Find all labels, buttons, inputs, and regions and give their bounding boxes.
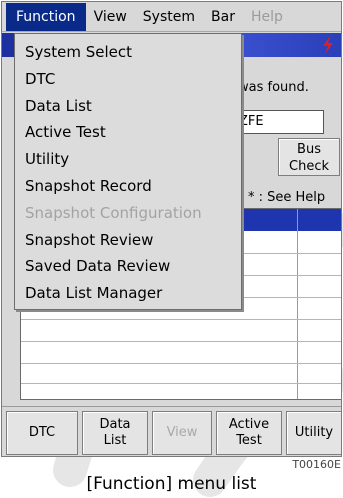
menu-item-active-test[interactable]: Active Test: [15, 119, 241, 146]
menu-item-utility[interactable]: Utility: [15, 146, 241, 173]
bottom-button-bar: DTC Data List View Active Test Utility: [2, 406, 341, 456]
menu-item-snapshot-configuration: Snapshot Configuration: [25, 203, 202, 222]
figure-caption: [Function] menu list: [86, 474, 257, 494]
menu-item-data-list[interactable]: Data List: [15, 93, 241, 120]
active-test-button[interactable]: Active Test: [216, 411, 282, 455]
status-message: was found.: [238, 80, 309, 95]
menu-help[interactable]: Help: [243, 3, 291, 31]
menu-item-snapshot-record[interactable]: Snapshot Record: [15, 173, 241, 200]
menu-item-dtc[interactable]: DTC: [15, 66, 241, 93]
menu-bar-menu[interactable]: Bar: [203, 3, 243, 31]
data-list-button[interactable]: Data List: [82, 411, 148, 455]
dtc-button[interactable]: DTC: [6, 411, 78, 455]
figure-code: T00160E: [292, 458, 341, 471]
see-help-note: * : See Help: [248, 190, 326, 205]
grid-row-line: [21, 341, 341, 342]
app-window: Function View System Bar Help was found.…: [1, 1, 342, 457]
bus-check-button[interactable]: Bus Check: [278, 138, 340, 176]
lightning-bolt-icon: [323, 36, 333, 54]
menu-system[interactable]: System: [135, 3, 203, 31]
grid-row-line: [21, 319, 341, 320]
menu-view[interactable]: View: [86, 3, 135, 31]
menu-bar: Function View System Bar Help: [2, 2, 341, 32]
view-button[interactable]: View: [152, 411, 212, 455]
grid-row-line: [21, 383, 341, 384]
menu-item-saved-data-review[interactable]: Saved Data Review: [15, 253, 241, 280]
menu-item-data-list-manager[interactable]: Data List Manager: [15, 280, 241, 307]
grid-row-line: [21, 363, 341, 364]
menu-item-system-select[interactable]: System Select: [15, 39, 241, 66]
menu-function[interactable]: Function: [6, 2, 86, 31]
menu-item-snapshot-review[interactable]: Snapshot Review: [15, 227, 241, 254]
utility-button[interactable]: Utility: [286, 411, 341, 455]
function-menu-dropdown: System Select DTC Data List Active Test …: [14, 33, 242, 310]
grid-column-divider: [297, 209, 298, 399]
